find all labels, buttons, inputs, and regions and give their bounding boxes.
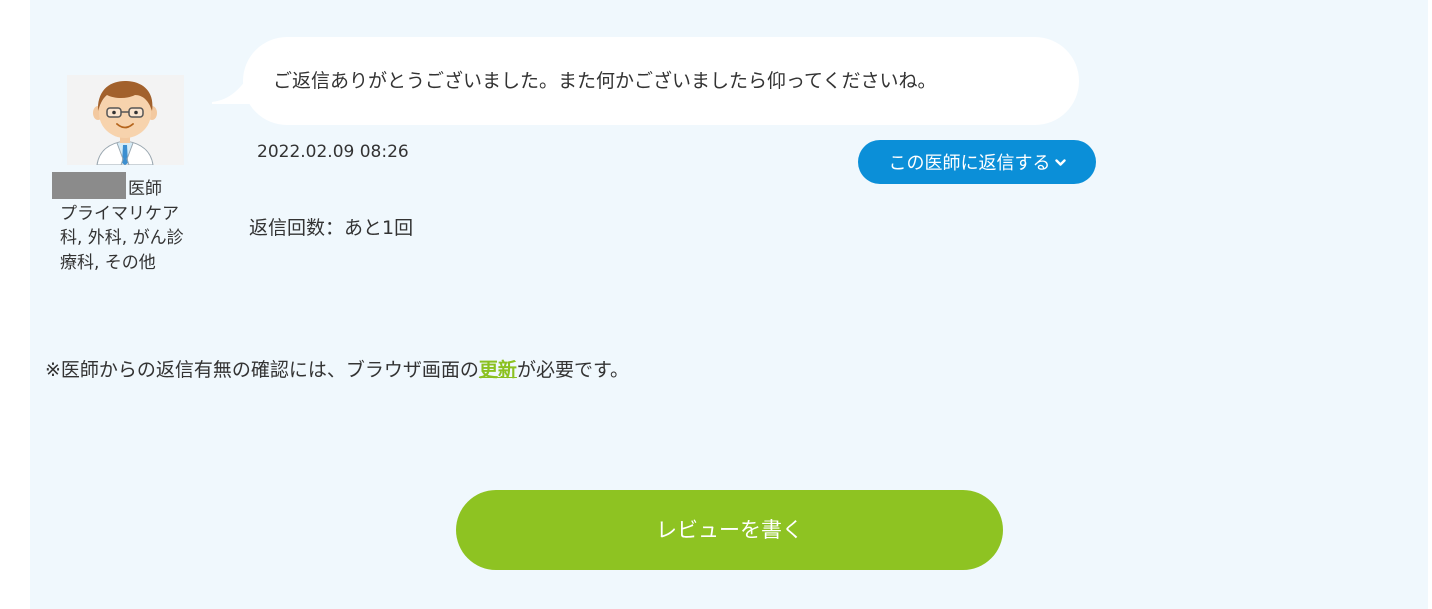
message-bubble: ご返信ありがとうございました。また何かございましたら仰ってくださいね。	[243, 37, 1079, 125]
doctor-avatar	[67, 75, 184, 165]
refresh-link[interactable]: 更新	[479, 359, 517, 381]
doctor-info: 医師 プライマリケア科, 外科, がん診療科, その他	[52, 172, 197, 275]
review-button-label: レビューを書く	[656, 518, 803, 542]
redacted-doctor-name	[52, 172, 126, 199]
write-review-button[interactable]: レビューを書く	[456, 490, 1003, 570]
reply-count: 返信回数：あと1回	[249, 217, 414, 239]
refresh-notice: ※医師からの返信有無の確認には、ブラウザ画面の更新が必要です。	[45, 355, 629, 382]
doctor-title: 医師	[128, 179, 162, 199]
chevron-down-icon	[1054, 140, 1066, 184]
doctor-specialties: プライマリケア科, 外科, がん診療科, その他	[60, 203, 184, 273]
doctor-name-line: 医師	[52, 172, 197, 202]
notice-text-after: が必要です。	[516, 359, 630, 381]
message-text: ご返信ありがとうございました。また何かございましたら仰ってくださいね。	[273, 70, 937, 92]
notice-text-before: ※医師からの返信有無の確認には、ブラウザ画面の	[45, 359, 479, 381]
message-timestamp: 2022.02.09 08:26	[257, 142, 409, 162]
reply-button-label: この医師に返信する	[888, 153, 1051, 174]
reply-to-doctor-button[interactable]: この医師に返信する	[858, 140, 1096, 184]
